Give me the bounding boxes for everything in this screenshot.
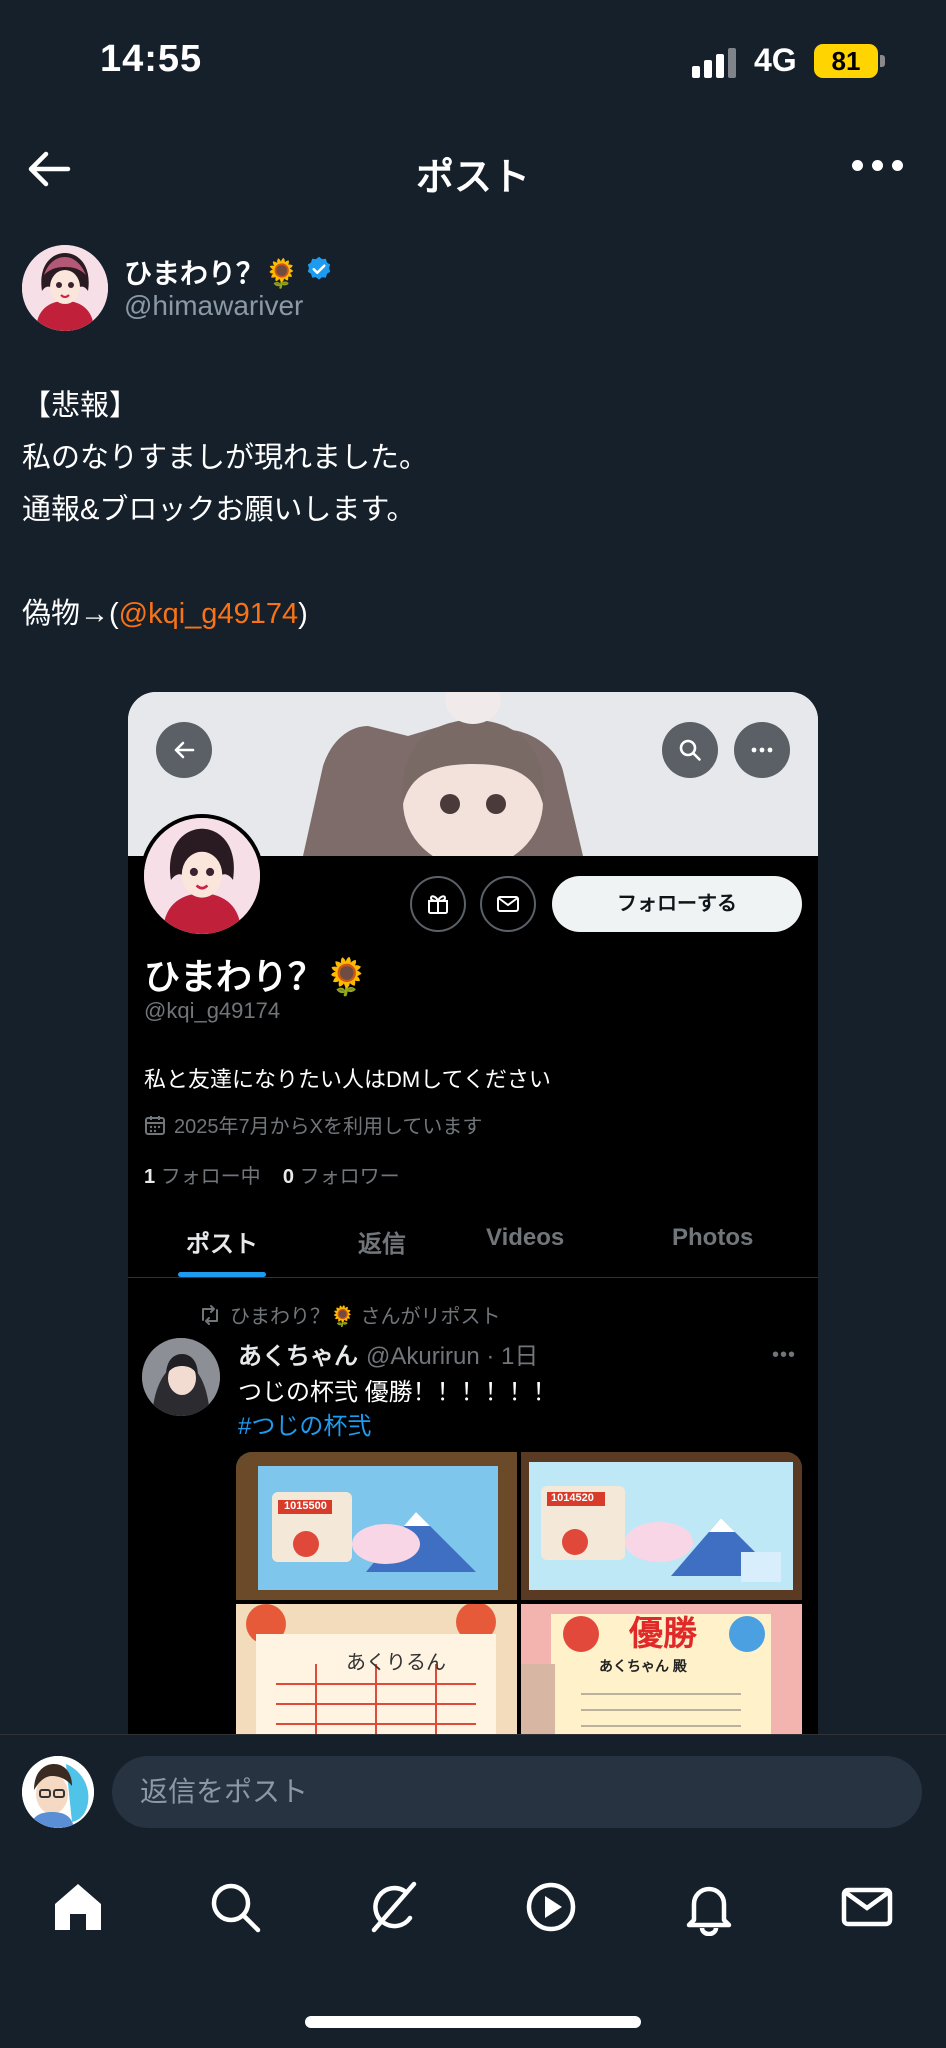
author-name-text: ひまわり？🌻 <box>124 258 299 289</box>
tweet-avatar[interactable] <box>142 1338 220 1416</box>
tweet-hashtag[interactable]: #つじの杯弐 <box>238 1406 371 1441</box>
message-icon[interactable] <box>480 876 536 932</box>
photo-score-2[interactable]: 1014520 <box>521 1452 802 1600</box>
repost-icon <box>202 1304 218 1325</box>
tab-photos[interactable]: Photos <box>672 1224 753 1252</box>
photo-score-text-2: 1014520 <box>551 1492 594 1504</box>
photo-certificate[interactable]: 優勝 あくちゃん 殿 <box>521 1604 802 1734</box>
author-name[interactable]: ひまわり？🌻 <box>124 252 333 292</box>
photo-score-1[interactable]: 1015500 <box>236 1452 517 1600</box>
post-line: 私のなりすましが現れました。 <box>22 442 429 474</box>
photo-score-text-1: 1015500 <box>284 1500 327 1512</box>
post-line-text: 偽物→( <box>22 598 119 630</box>
calendar-icon <box>145 1115 165 1135</box>
grok-icon[interactable] <box>364 1878 422 1936</box>
fake-profile-avatar <box>140 814 264 938</box>
profile-joined: 2025年7月からXを利用しています <box>144 1110 482 1139</box>
author-avatar[interactable] <box>22 245 108 331</box>
author-handle[interactable]: @himawariver <box>124 290 303 322</box>
tweet-author-meta: @Akurirun · 1日 <box>366 1343 539 1370</box>
repost-indicator: ひまわり？🌻 さんがリポスト <box>198 1300 500 1329</box>
battery-icon: 81 <box>814 44 878 78</box>
profile-bio: 私と友達になりたい人はDMしてください <box>144 1067 551 1092</box>
status-time: 14:55 <box>100 38 203 80</box>
network-type: 4G <box>754 42 797 78</box>
followers-label: フォロワー <box>299 1166 400 1188</box>
mention-link[interactable]: @kqi_g49174 <box>119 598 298 630</box>
follow-button[interactable]: フォローする <box>552 876 802 932</box>
post-line: 通報&ブロックお願いします。 <box>22 494 416 526</box>
signal-icon <box>692 46 738 78</box>
attached-screenshot[interactable]: フォローする ひまわり？🌻 @kqi_g49174 私と友達になりたい人はDMし… <box>128 692 818 1734</box>
more-options-icon[interactable] <box>852 160 904 174</box>
tab-posts[interactable]: ポスト <box>186 1224 258 1259</box>
followers-count: 0 <box>282 1166 295 1188</box>
tweet-more-icon[interactable]: ••• <box>772 1344 796 1367</box>
home-indicator <box>305 2016 641 2028</box>
reply-input[interactable]: 返信をポスト <box>112 1756 922 1828</box>
tweet-author-name: あくちゃん <box>238 1343 358 1370</box>
current-user-avatar[interactable] <box>22 1756 94 1828</box>
battery-tip <box>880 55 885 67</box>
photo-certificate-title: 優勝 <box>629 1615 697 1653</box>
gift-icon[interactable] <box>410 876 466 932</box>
post-line-close: ) <box>298 598 308 630</box>
following-label: フォロー中 <box>160 1166 261 1188</box>
shot-search-button[interactable] <box>662 722 718 778</box>
bell-icon[interactable] <box>680 1878 738 1937</box>
shot-back-button[interactable] <box>156 722 212 778</box>
follow-stats: 1 フォロー中 0 フォロワー <box>144 1160 400 1189</box>
tab-videos[interactable]: Videos <box>486 1224 564 1252</box>
page-title: ポスト <box>415 157 530 199</box>
tweet-text: つじの杯弐 優勝！！！！！！ <box>238 1379 557 1406</box>
more-icon <box>751 747 773 753</box>
following-count: 1 <box>144 1166 156 1188</box>
arrow-left-icon <box>174 741 195 759</box>
shot-more-button[interactable] <box>734 722 790 778</box>
search-icon[interactable] <box>206 1878 264 1936</box>
search-icon <box>679 739 701 761</box>
video-icon[interactable] <box>522 1878 580 1936</box>
tab-replies[interactable]: 返信 <box>358 1224 406 1259</box>
home-icon[interactable] <box>49 1878 107 1936</box>
photo-board-1[interactable]: あくりるん <box>236 1604 517 1734</box>
verified-badge-icon <box>305 255 333 290</box>
profile-name: ひまわり？🌻 <box>144 956 369 997</box>
repost-text: ひまわり？🌻 さんがリポスト <box>230 1306 501 1328</box>
post-line: 【悲報】 <box>22 390 139 422</box>
photo-board-text: あくりるん <box>346 1652 446 1674</box>
tweet-author: あくちゃん @Akurirun · 1日 <box>238 1336 538 1371</box>
post-line <box>22 536 428 588</box>
joined-text: 2025年7月からXを利用しています <box>174 1116 483 1138</box>
tab-divider <box>128 1277 818 1278</box>
tweet-photo-grid[interactable]: 1015500 1014520 あくりるん 優勝 あくちゃん 殿 <box>236 1452 802 1734</box>
mail-icon[interactable] <box>838 1878 896 1936</box>
profile-handle: @kqi_g49174 <box>144 998 281 1023</box>
photo-certificate-name: あくちゃん 殿 <box>599 1658 687 1674</box>
post-line: 偽物→(@kqi_g49174) <box>22 588 428 640</box>
post-body: 【悲報】 私のなりすましが現れました。 通報&ブロックお願いします。 偽物→(@… <box>22 380 428 640</box>
